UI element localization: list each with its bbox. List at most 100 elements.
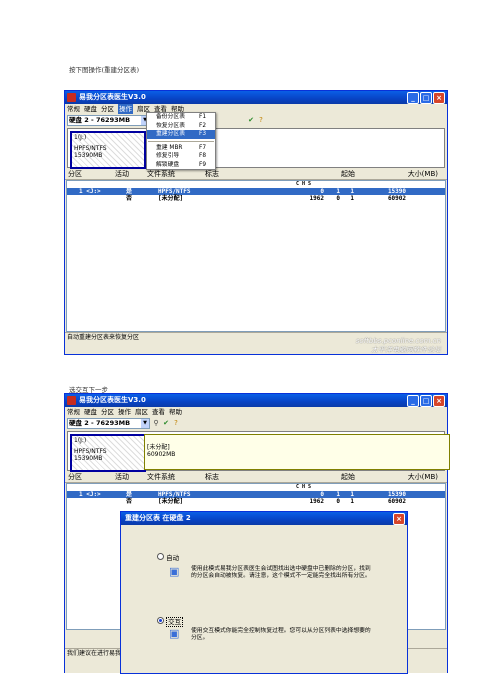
col-fs: 文件系统 <box>147 170 175 178</box>
maximize-icon[interactable]: □ <box>420 395 432 407</box>
close-icon[interactable]: × <box>433 92 445 104</box>
close-icon[interactable]: × <box>393 513 405 525</box>
app-icon <box>67 396 76 405</box>
menu-item-key: F9 <box>199 161 207 168</box>
row-active: 是 <box>126 491 133 498</box>
menu-operation[interactable]: 操作 <box>118 104 133 114</box>
row-c: 0 <box>320 491 324 498</box>
menu-item-key: F7 <box>199 144 207 151</box>
menu-disk[interactable]: 硬盘 <box>84 104 97 114</box>
row-h: 1 <box>336 491 340 498</box>
window-title: 易我分区表医生V3.0 <box>79 396 146 404</box>
unallocated-block[interactable]: [未分配] 60902MB <box>144 434 450 470</box>
col-active: 活动 <box>115 473 129 481</box>
row-s: 1 <box>350 188 354 195</box>
row-size: 15390 <box>387 188 406 195</box>
row-s: 1 <box>350 491 354 498</box>
radio-interactive[interactable] <box>157 617 164 624</box>
menu-help[interactable]: 帮助 <box>169 407 182 417</box>
window-title: 易我分区表医生V3.0 <box>79 93 146 101</box>
menu-disk[interactable]: 硬盘 <box>84 407 97 417</box>
menu-item-label: 修复引导 <box>156 153 180 159</box>
menu-item-restore[interactable]: 恢复分区表 F2 <box>147 122 215 131</box>
table-row[interactable]: 否 [未分配] 1962 0 1 60902 <box>67 498 445 505</box>
dialog-title-bar: 重建分区表 在硬盘 2 × <box>121 512 407 525</box>
disk-select[interactable]: 硬盘 2 - 76293MB ▼ <box>67 417 150 429</box>
maximize-icon[interactable]: □ <box>420 92 432 104</box>
row-part: 1 <J:> <box>79 491 101 498</box>
auto-option[interactable]: 自动 <box>157 552 179 562</box>
partition-fs: HPFS/NTFS <box>74 145 107 152</box>
auto-description: 使用此模式易我分区表医生会试图找出选中硬盘中已删除的分区，找到的分区会自动被恢复… <box>191 566 371 579</box>
menu-divider <box>148 140 214 142</box>
row-h: 1 <box>336 188 340 195</box>
disk-select-value: 硬盘 2 - 76293MB <box>69 418 131 427</box>
col-size: 大小(MB) <box>407 170 438 178</box>
menu-item-backup[interactable]: 备份分区表 F1 <box>147 113 215 122</box>
row-c: 0 <box>320 188 324 195</box>
dialog-title: 重建分区表 在硬盘 2 <box>125 514 191 522</box>
partition-block[interactable]: 1(J:) HPFS/NTFS 15390MB <box>70 131 146 169</box>
help-icon[interactable]: ? <box>257 116 265 124</box>
disk-select[interactable]: 硬盘 2 - 76293MB ▼ <box>67 114 150 126</box>
table-row[interactable]: 1 <J:> 是 HPFS/NTFS 0 1 1 15390 <box>67 188 445 195</box>
menu-bar: 常规 硬盘 分区 操作 扇区 查看 帮助 <box>65 104 447 114</box>
minimize-icon[interactable]: _ <box>407 92 419 104</box>
row-part <box>67 195 126 202</box>
menu-item-unlock[interactable]: 解锁硬盘 F9 <box>147 161 215 170</box>
row-active: 是 <box>126 188 133 195</box>
search-icon[interactable]: ⚲ <box>152 419 160 427</box>
row-fs: HPFS/NTFS <box>158 491 191 498</box>
menu-item-rebuild-mbr[interactable]: 重建 MBR F7 <box>147 144 215 153</box>
check-icon[interactable]: ✔ <box>247 116 255 124</box>
check-icon[interactable]: ✔ <box>162 419 170 427</box>
menu-item-label: 重建分区表 <box>156 131 185 137</box>
help-icon[interactable]: ? <box>172 419 180 427</box>
menu-view[interactable]: 查看 <box>152 407 165 417</box>
menu-partition[interactable]: 分区 <box>101 407 114 417</box>
partition-block[interactable]: 1(J:) HPFS/NTFS 15390MB <box>70 434 146 472</box>
minimize-icon[interactable]: _ <box>407 395 419 407</box>
radio-auto[interactable] <box>157 553 164 560</box>
row-part <box>67 498 126 505</box>
close-icon[interactable]: × <box>433 395 445 407</box>
row-size: 15390 <box>387 491 406 498</box>
menu-general[interactable]: 常规 <box>67 407 80 417</box>
menu-item-fix-boot[interactable]: 修复引导 F8 <box>147 152 215 161</box>
row-size: 60902 <box>387 195 406 202</box>
menu-item-key: F3 <box>199 131 207 137</box>
toolbar: 硬盘 2 - 76293MB ▼ ✔ ? <box>65 114 447 126</box>
interactive-description: 使用交互模式你能完全控制恢复过程。您可以从分区列表中选择想要的分区。 <box>191 628 371 641</box>
watermark-text-2: 太平洋电脑网软件论坛 <box>371 346 441 354</box>
interactive-option[interactable]: 交互 <box>157 616 184 627</box>
chs-header: C H S <box>296 484 312 490</box>
partition-size: 15390MB <box>74 152 103 159</box>
row-fs: HPFS/NTFS <box>158 188 191 195</box>
title-bar: 易我分区表医生V3.0 _ □ × <box>65 91 447 104</box>
menu-item-rebuild[interactable]: 重建分区表 F3 <box>147 130 215 139</box>
menu-item-label: 恢复分区表 <box>156 122 185 129</box>
col-start: 起始 <box>341 170 355 178</box>
menu-operation[interactable]: 操作 <box>118 407 131 417</box>
row-h: 0 <box>336 498 340 505</box>
title-bar: 易我分区表医生V3.0 _ □ × <box>65 394 447 407</box>
table-row[interactable]: 否 [未分配] 1962 0 1 60902 <box>67 195 445 202</box>
list-header: 分区 活动 文件系统 标志 起始 大小(MB) <box>65 473 447 483</box>
menu-partition[interactable]: 分区 <box>101 104 114 114</box>
interactive-mode-icon: ▣ <box>169 627 180 640</box>
menu-item-label: 备份分区表 <box>156 114 185 120</box>
row-part: 1 <J:> <box>79 188 101 195</box>
menu-item-key: F8 <box>199 153 207 159</box>
menu-bar: 常规 硬盘 分区 操作 扇区 查看 帮助 <box>65 407 447 417</box>
chevron-down-icon[interactable]: ▼ <box>141 418 149 428</box>
menu-item-label: 解锁硬盘 <box>156 161 180 168</box>
toolbar: 硬盘 2 - 76293MB ▼ ⚲ ✔ ? <box>65 417 447 429</box>
menu-general[interactable]: 常规 <box>67 104 80 114</box>
menu-sector[interactable]: 扇区 <box>135 407 148 417</box>
chs-header: C H S <box>296 181 312 187</box>
free-size: 60902MB <box>147 451 176 458</box>
table-row[interactable]: 1 <J:> 是 HPFS/NTFS 0 1 1 15390 <box>67 491 445 498</box>
app-icon <box>67 93 76 102</box>
menu-item-label: 重建 MBR <box>156 144 183 151</box>
partition-fs: HPFS/NTFS <box>74 448 107 455</box>
